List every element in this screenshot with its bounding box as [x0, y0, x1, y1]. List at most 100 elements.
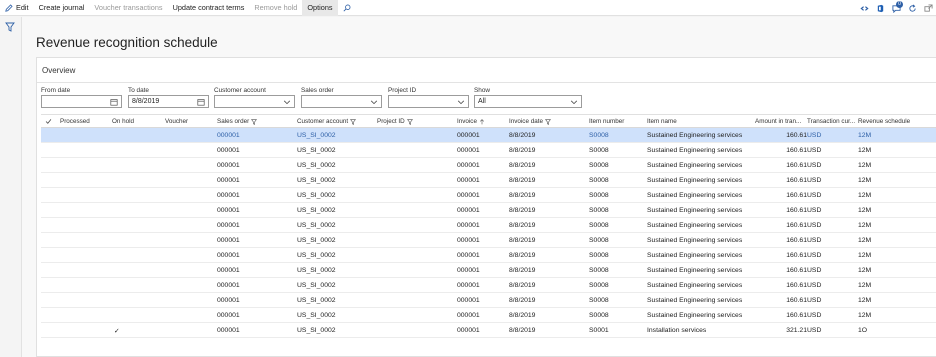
cell-customer-account[interactable]: US_SI_0002 — [297, 162, 336, 169]
cell-customer-account[interactable]: US_SI_0002 — [297, 297, 336, 304]
table-row[interactable]: 000001 US_SI_0002 000001 8/8/2019 S0008 Susta… — [41, 248, 936, 263]
project-id-dropdown[interactable] — [388, 95, 469, 108]
cell-revenue-schedule: 12M — [858, 192, 872, 199]
select-all-check[interactable] — [45, 118, 52, 125]
table-row[interactable]: 000001 US_SI_0002 000001 8/8/2019 S0008 Susta… — [41, 308, 936, 323]
office-button[interactable] — [872, 0, 888, 16]
filter-icon[interactable] — [5, 22, 15, 32]
cell-customer-account[interactable]: US_SI_0002 — [297, 192, 336, 199]
cell-sales-order[interactable]: 000001 — [217, 162, 240, 169]
cell-item-number[interactable]: S0008 — [589, 162, 609, 169]
cell-item-number[interactable]: S0008 — [589, 177, 609, 184]
remove-hold-button[interactable]: Remove hold — [249, 0, 302, 16]
cell-item-number[interactable]: S0008 — [589, 132, 609, 139]
section-header[interactable]: Overview — [42, 66, 75, 75]
table-row[interactable]: 000001 US_SI_0002 000001 8/8/2019 S0008 Susta… — [41, 143, 936, 158]
table-row[interactable]: 000001 US_SI_0002 000001 8/8/2019 S0008 Susta… — [41, 293, 936, 308]
cell-customer-account[interactable]: US_SI_0002 — [297, 147, 336, 154]
col-voucher[interactable]: Voucher — [165, 118, 188, 125]
cell-item-number[interactable]: S0008 — [589, 282, 609, 289]
edit-button[interactable]: Edit — [0, 0, 34, 16]
cell-customer-account[interactable]: US_SI_0002 — [297, 312, 336, 319]
table-row[interactable]: 000001 US_SI_0002 000001 8/8/2019 S0008 Susta… — [41, 128, 936, 143]
cell-sales-order[interactable]: 000001 — [217, 147, 240, 154]
cell-invoice: 000001 — [457, 207, 480, 214]
calendar-icon[interactable] — [197, 98, 205, 106]
link-button[interactable] — [856, 0, 872, 16]
col-item-name[interactable]: Item name — [647, 118, 677, 125]
search-button[interactable] — [338, 0, 356, 16]
cell-sales-order[interactable]: 000001 — [217, 312, 240, 319]
cell-item-number[interactable]: S0008 — [589, 147, 609, 154]
options-tab[interactable]: Options — [302, 0, 338, 16]
remove-hold-label: Remove hold — [254, 3, 298, 12]
cell-customer-account[interactable]: US_SI_0002 — [297, 267, 336, 274]
col-sales-order[interactable]: Sales order — [217, 118, 258, 125]
cell-amount: 160.61 — [786, 192, 807, 199]
table-row[interactable]: ✓ 000001 US_SI_0002 000001 8/8/2019 S0001 Inst… — [41, 323, 936, 338]
create-journal-button[interactable]: Create journal — [34, 0, 90, 16]
cell-customer-account[interactable]: US_SI_0002 — [297, 222, 336, 229]
chevron-down-icon — [570, 100, 578, 105]
open-new-window-button[interactable] — [920, 0, 936, 16]
cell-revenue-schedule: 1O — [858, 327, 868, 334]
cell-sales-order[interactable]: 000001 — [217, 267, 240, 274]
cell-item-number[interactable]: S0008 — [589, 222, 609, 229]
cell-sales-order[interactable]: 000001 — [217, 297, 240, 304]
cell-item-number[interactable]: S0008 — [589, 192, 609, 199]
col-currency[interactable]: Transaction cur... — [807, 118, 855, 125]
cell-customer-account[interactable]: US_SI_0002 — [297, 132, 336, 139]
table-row[interactable]: 000001 US_SI_0002 000001 8/8/2019 S0008 Susta… — [41, 203, 936, 218]
cell-item-number[interactable]: S0008 — [589, 297, 609, 304]
table-row[interactable]: 000001 US_SI_0002 000001 8/8/2019 S0008 Susta… — [41, 173, 936, 188]
table-row[interactable]: 000001 US_SI_0002 000001 8/8/2019 S0008 Susta… — [41, 233, 936, 248]
cell-customer-account[interactable]: US_SI_0002 — [297, 327, 336, 334]
cell-customer-account[interactable]: US_SI_0002 — [297, 252, 336, 259]
table-row[interactable]: 000001 US_SI_0002 000001 8/8/2019 S0008 Susta… — [41, 158, 936, 173]
calendar-icon[interactable] — [110, 98, 118, 106]
table-row[interactable]: 000001 US_SI_0002 000001 8/8/2019 S0008 Susta… — [41, 263, 936, 278]
cell-sales-order[interactable]: 000001 — [217, 252, 240, 259]
customer-account-dropdown[interactable] — [214, 95, 295, 108]
col-project-id[interactable]: Project ID — [377, 118, 413, 125]
col-customer-account[interactable]: Customer account — [297, 118, 357, 125]
sales-order-dropdown[interactable] — [301, 95, 382, 108]
cell-customer-account[interactable]: US_SI_0002 — [297, 237, 336, 244]
cell-item-number[interactable]: S0001 — [589, 327, 609, 334]
table-row[interactable]: 000001 US_SI_0002 000001 8/8/2019 S0008 Susta… — [41, 278, 936, 293]
refresh-button[interactable] — [904, 0, 920, 16]
cell-sales-order[interactable]: 000001 — [217, 207, 240, 214]
table-row[interactable]: 000001 US_SI_0002 000001 8/8/2019 S0008 Susta… — [41, 188, 936, 203]
cell-item-number[interactable]: S0008 — [589, 312, 609, 319]
cell-sales-order[interactable]: 000001 — [217, 177, 240, 184]
col-invoice-date[interactable]: Invoice date — [509, 118, 551, 125]
cell-on-hold[interactable]: ✓ — [114, 327, 120, 335]
show-dropdown[interactable]: All — [474, 95, 582, 108]
cell-sales-order[interactable]: 000001 — [217, 327, 240, 334]
update-contract-terms-button[interactable]: Update contract terms — [168, 0, 250, 16]
from-date-field[interactable] — [41, 95, 122, 108]
cell-item-number[interactable]: S0008 — [589, 237, 609, 244]
cell-customer-account[interactable]: US_SI_0002 — [297, 282, 336, 289]
cell-item-number[interactable]: S0008 — [589, 267, 609, 274]
col-item-number[interactable]: Item number — [589, 118, 624, 125]
cell-sales-order[interactable]: 000001 — [217, 192, 240, 199]
col-on-hold[interactable]: On hold — [112, 118, 134, 125]
cell-customer-account[interactable]: US_SI_0002 — [297, 177, 336, 184]
cell-sales-order[interactable]: 000001 — [217, 222, 240, 229]
cell-item-number[interactable]: S0008 — [589, 252, 609, 259]
cell-sales-order[interactable]: 000001 — [217, 282, 240, 289]
cell-sales-order[interactable]: 000001 — [217, 237, 240, 244]
cell-sales-order[interactable]: 000001 — [217, 132, 240, 139]
notifications-button[interactable]: 0 — [888, 0, 904, 16]
cell-customer-account[interactable]: US_SI_0002 — [297, 207, 336, 214]
col-amount[interactable]: Amount in tran... — [755, 118, 801, 125]
col-invoice[interactable]: Invoice — [457, 118, 485, 125]
col-revenue-schedule[interactable]: Revenue schedule — [858, 118, 910, 125]
to-date-field[interactable]: 8/8/2019 — [128, 95, 209, 108]
table-row[interactable]: 000001 US_SI_0002 000001 8/8/2019 S0008 Susta… — [41, 218, 936, 233]
cell-invoice-date: 8/8/2019 — [509, 282, 536, 289]
cell-item-number[interactable]: S0008 — [589, 207, 609, 214]
col-processed[interactable]: Processed — [60, 118, 90, 125]
voucher-transactions-button[interactable]: Voucher transactions — [89, 0, 167, 16]
